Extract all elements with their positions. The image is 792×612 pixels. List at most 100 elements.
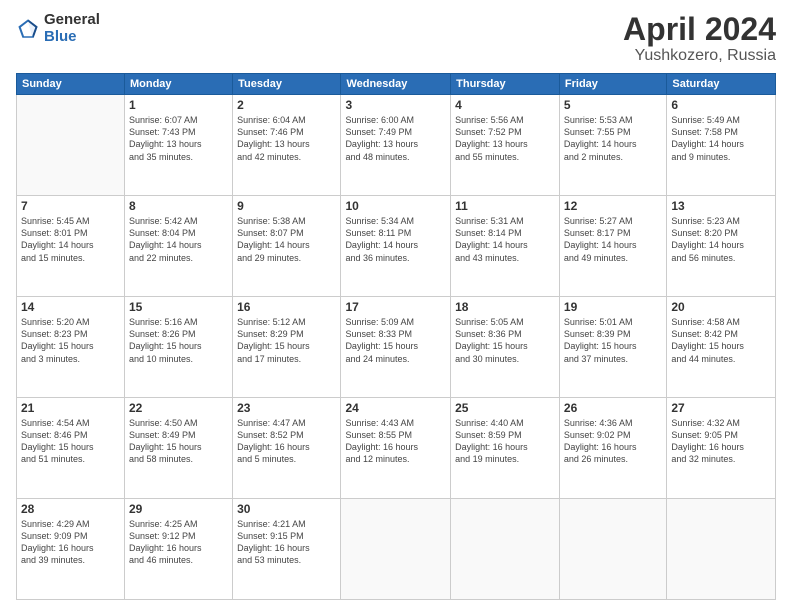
day-number: 11 bbox=[455, 199, 555, 213]
calendar-cell: 30Sunrise: 4:21 AM Sunset: 9:15 PM Dayli… bbox=[233, 499, 341, 600]
day-info: Sunrise: 4:58 AM Sunset: 8:42 PM Dayligh… bbox=[671, 316, 771, 365]
day-number: 23 bbox=[237, 401, 336, 415]
calendar-cell: 3Sunrise: 6:00 AM Sunset: 7:49 PM Daylig… bbox=[341, 95, 451, 196]
day-number: 7 bbox=[21, 199, 120, 213]
calendar-cell: 28 Sunrise: 4:29 AM Sunset: 9:09 PM Dayli… bbox=[17, 499, 125, 600]
calendar-cell: 26 Sunrise: 4:36 AM Sunset: 9:02 PM Dayli… bbox=[559, 398, 666, 499]
day-info: Sunrise: 5:34 AM Sunset: 8:11 PM Dayligh… bbox=[345, 215, 446, 264]
day-info: Sunrise: 4:36 AM Sunset: 9:02 PM Dayligh… bbox=[564, 417, 662, 466]
day-number: 16 bbox=[237, 300, 336, 314]
day-info: Sunrise: 5:20 AM Sunset: 8:23 PM Dayligh… bbox=[21, 316, 120, 365]
day-number: 25 bbox=[455, 401, 555, 415]
calendar-week-2: 14 Sunrise: 5:20 AM Sunset: 8:23 PM Dayli… bbox=[17, 297, 776, 398]
day-info: Sunrise: 5:12 AM Sunset: 8:29 PM Dayligh… bbox=[237, 316, 336, 365]
title-location: Yushkozero, Russia bbox=[623, 47, 776, 65]
calendar-week-0: 1 Sunrise: 6:07 AM Sunset: 7:43 PM Daylig… bbox=[17, 95, 776, 196]
day-info: Sunrise: 6:04 AM Sunset: 7:46 PM Dayligh… bbox=[237, 114, 336, 163]
day-info: Sunrise: 4:29 AM Sunset: 9:09 PM Dayligh… bbox=[21, 518, 120, 567]
day-number: 6 bbox=[671, 98, 771, 112]
calendar-cell: 25Sunrise: 4:40 AM Sunset: 8:59 PM Dayli… bbox=[451, 398, 560, 499]
day-info: Sunrise: 5:42 AM Sunset: 8:04 PM Dayligh… bbox=[129, 215, 228, 264]
calendar-cell: 12 Sunrise: 5:27 AM Sunset: 8:17 PM Dayli… bbox=[559, 196, 666, 297]
header-tuesday: Tuesday bbox=[233, 74, 341, 95]
calendar-cell bbox=[451, 499, 560, 600]
calendar-cell: 24 Sunrise: 4:43 AM Sunset: 8:55 PM Dayli… bbox=[341, 398, 451, 499]
header-wednesday: Wednesday bbox=[341, 74, 451, 95]
day-info: Sunrise: 5:49 AM Sunset: 7:58 PM Dayligh… bbox=[671, 114, 771, 163]
day-info: Sunrise: 4:50 AM Sunset: 8:49 PM Dayligh… bbox=[129, 417, 228, 466]
day-info: Sunrise: 4:21 AM Sunset: 9:15 PM Dayligh… bbox=[237, 518, 336, 567]
day-info: Sunrise: 5:56 AM Sunset: 7:52 PM Dayligh… bbox=[455, 114, 555, 163]
day-number: 12 bbox=[564, 199, 662, 213]
day-info: Sunrise: 4:47 AM Sunset: 8:52 PM Dayligh… bbox=[237, 417, 336, 466]
header-friday: Friday bbox=[559, 74, 666, 95]
day-info: Sunrise: 5:27 AM Sunset: 8:17 PM Dayligh… bbox=[564, 215, 662, 264]
calendar-cell: 13 Sunrise: 5:23 AM Sunset: 8:20 PM Dayli… bbox=[667, 196, 776, 297]
calendar-table: Sunday Monday Tuesday Wednesday Thursday… bbox=[16, 73, 776, 600]
calendar-cell: 10Sunrise: 5:34 AM Sunset: 8:11 PM Dayli… bbox=[341, 196, 451, 297]
day-info: Sunrise: 4:25 AM Sunset: 9:12 PM Dayligh… bbox=[129, 518, 228, 567]
day-number: 22 bbox=[129, 401, 228, 415]
header-monday: Monday bbox=[124, 74, 232, 95]
day-number: 21 bbox=[21, 401, 120, 415]
day-number: 18 bbox=[455, 300, 555, 314]
logo-text: General Blue bbox=[44, 12, 100, 45]
day-number: 5 bbox=[564, 98, 662, 112]
day-number: 19 bbox=[564, 300, 662, 314]
header-thursday: Thursday bbox=[451, 74, 560, 95]
day-info: Sunrise: 5:16 AM Sunset: 8:26 PM Dayligh… bbox=[129, 316, 228, 365]
calendar-cell: 27 Sunrise: 4:32 AM Sunset: 9:05 PM Dayli… bbox=[667, 398, 776, 499]
calendar-cell bbox=[341, 499, 451, 600]
day-number: 26 bbox=[564, 401, 662, 415]
day-number: 3 bbox=[345, 98, 446, 112]
day-number: 27 bbox=[671, 401, 771, 415]
day-info: Sunrise: 5:05 AM Sunset: 8:36 PM Dayligh… bbox=[455, 316, 555, 365]
title-block: April 2024 Yushkozero, Russia bbox=[623, 12, 776, 65]
calendar-cell: 18 Sunrise: 5:05 AM Sunset: 8:36 PM Dayli… bbox=[451, 297, 560, 398]
day-info: Sunrise: 4:43 AM Sunset: 8:55 PM Dayligh… bbox=[345, 417, 446, 466]
day-number: 4 bbox=[455, 98, 555, 112]
header-sunday: Sunday bbox=[17, 74, 125, 95]
day-number: 28 bbox=[21, 502, 120, 516]
title-month: April 2024 bbox=[623, 12, 776, 47]
calendar-week-3: 21 Sunrise: 4:54 AM Sunset: 8:46 PM Dayli… bbox=[17, 398, 776, 499]
calendar-cell: 20 Sunrise: 4:58 AM Sunset: 8:42 PM Dayli… bbox=[667, 297, 776, 398]
day-number: 14 bbox=[21, 300, 120, 314]
calendar-cell bbox=[667, 499, 776, 600]
calendar-cell: 22 Sunrise: 4:50 AM Sunset: 8:49 PM Dayli… bbox=[124, 398, 232, 499]
day-number: 24 bbox=[345, 401, 446, 415]
calendar-cell: 9 Sunrise: 5:38 AM Sunset: 8:07 PM Daylig… bbox=[233, 196, 341, 297]
day-info: Sunrise: 5:09 AM Sunset: 8:33 PM Dayligh… bbox=[345, 316, 446, 365]
day-info: Sunrise: 4:54 AM Sunset: 8:46 PM Dayligh… bbox=[21, 417, 120, 466]
day-number: 9 bbox=[237, 199, 336, 213]
calendar-cell bbox=[559, 499, 666, 600]
calendar-cell: 15 Sunrise: 5:16 AM Sunset: 8:26 PM Dayli… bbox=[124, 297, 232, 398]
day-info: Sunrise: 5:23 AM Sunset: 8:20 PM Dayligh… bbox=[671, 215, 771, 264]
calendar-week-1: 7Sunrise: 5:45 AM Sunset: 8:01 PM Daylig… bbox=[17, 196, 776, 297]
calendar-cell: 11 Sunrise: 5:31 AM Sunset: 8:14 PM Dayli… bbox=[451, 196, 560, 297]
day-info: Sunrise: 5:38 AM Sunset: 8:07 PM Dayligh… bbox=[237, 215, 336, 264]
calendar-cell: 17Sunrise: 5:09 AM Sunset: 8:33 PM Dayli… bbox=[341, 297, 451, 398]
day-number: 20 bbox=[671, 300, 771, 314]
weekday-header-row: Sunday Monday Tuesday Wednesday Thursday… bbox=[17, 74, 776, 95]
day-info: Sunrise: 5:31 AM Sunset: 8:14 PM Dayligh… bbox=[455, 215, 555, 264]
calendar-cell: 14 Sunrise: 5:20 AM Sunset: 8:23 PM Dayli… bbox=[17, 297, 125, 398]
header: General Blue April 2024 Yushkozero, Russ… bbox=[16, 12, 776, 65]
day-info: Sunrise: 5:53 AM Sunset: 7:55 PM Dayligh… bbox=[564, 114, 662, 163]
day-info: Sunrise: 6:07 AM Sunset: 7:43 PM Dayligh… bbox=[129, 114, 228, 163]
day-info: Sunrise: 4:32 AM Sunset: 9:05 PM Dayligh… bbox=[671, 417, 771, 466]
day-number: 29 bbox=[129, 502, 228, 516]
calendar-cell: 23 Sunrise: 4:47 AM Sunset: 8:52 PM Dayli… bbox=[233, 398, 341, 499]
calendar-cell: 6 Sunrise: 5:49 AM Sunset: 7:58 PM Daylig… bbox=[667, 95, 776, 196]
logo-icon bbox=[16, 17, 40, 41]
day-number: 13 bbox=[671, 199, 771, 213]
day-number: 8 bbox=[129, 199, 228, 213]
calendar-cell: 16 Sunrise: 5:12 AM Sunset: 8:29 PM Dayli… bbox=[233, 297, 341, 398]
calendar-cell: 5 Sunrise: 5:53 AM Sunset: 7:55 PM Daylig… bbox=[559, 95, 666, 196]
calendar-cell: 7Sunrise: 5:45 AM Sunset: 8:01 PM Daylig… bbox=[17, 196, 125, 297]
calendar-cell bbox=[17, 95, 125, 196]
day-number: 15 bbox=[129, 300, 228, 314]
day-number: 1 bbox=[129, 98, 228, 112]
calendar-week-4: 28 Sunrise: 4:29 AM Sunset: 9:09 PM Dayli… bbox=[17, 499, 776, 600]
page: General Blue April 2024 Yushkozero, Russ… bbox=[0, 0, 792, 612]
